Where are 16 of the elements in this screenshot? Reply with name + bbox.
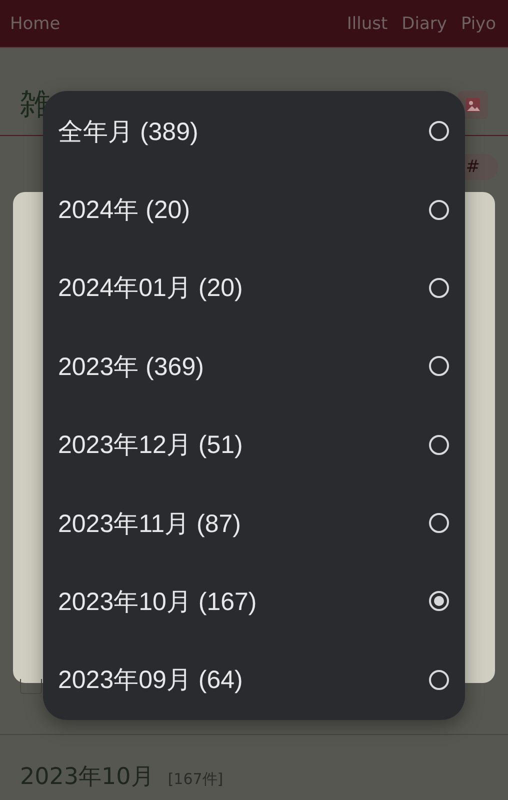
image-icon xyxy=(464,96,482,114)
radio-button[interactable] xyxy=(429,513,449,534)
radio-button[interactable] xyxy=(429,356,449,376)
radio-button[interactable] xyxy=(429,591,449,612)
radio-button[interactable] xyxy=(429,670,449,690)
month-option[interactable]: 2023年12月 (51) xyxy=(43,406,465,484)
month-option[interactable]: 2023年 (369) xyxy=(43,327,465,406)
month-option[interactable]: 2024年01月 (20) xyxy=(43,248,465,328)
month-option[interactable]: 2023年11月 (87) xyxy=(43,484,465,562)
radio-button[interactable] xyxy=(429,200,449,220)
section-heading: 2023年10月 xyxy=(20,763,154,792)
month-option[interactable]: 2023年10月 (167) xyxy=(43,562,465,641)
radio-button[interactable] xyxy=(429,434,449,455)
radio-button[interactable] xyxy=(429,121,449,142)
radio-button[interactable] xyxy=(429,278,449,298)
month-option[interactable]: 2023年09月 (64) xyxy=(43,640,465,719)
